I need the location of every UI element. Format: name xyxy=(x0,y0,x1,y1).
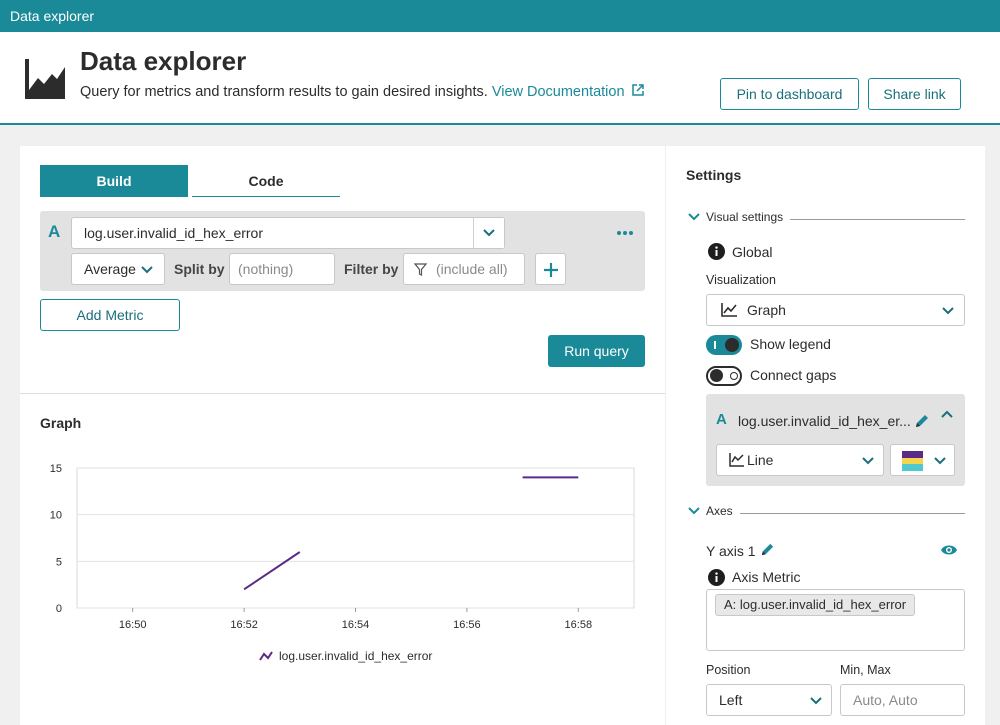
page-header: Data explorer Query for metrics and tran… xyxy=(0,32,1000,125)
line-chart-icon xyxy=(729,453,744,467)
pencil-icon[interactable] xyxy=(760,542,775,557)
chart-logo-icon xyxy=(25,59,65,99)
metric-settings-card: A log.user.invalid_id_hex_er... Line xyxy=(706,394,965,486)
min-max-input[interactable]: Auto, Auto xyxy=(840,684,965,716)
plus-icon xyxy=(544,263,558,277)
more-options-icon[interactable] xyxy=(616,230,634,236)
filter-by-label: Filter by xyxy=(344,261,399,277)
tab-build[interactable]: Build xyxy=(40,165,188,197)
page-subtitle: Query for metrics and transform results … xyxy=(80,84,644,100)
metric-dropdown-toggle[interactable] xyxy=(473,218,504,248)
add-filter-button[interactable] xyxy=(535,253,566,285)
min-max-label: Min, Max xyxy=(840,663,891,677)
y-tick-label: 10 xyxy=(50,510,62,522)
aggregation-select[interactable]: Average xyxy=(71,253,165,285)
metric-selector[interactable]: log.user.invalid_id_hex_error xyxy=(71,217,505,249)
pin-to-dashboard-button[interactable]: Pin to dashboard xyxy=(720,78,859,110)
page-title: Data explorer xyxy=(80,46,247,76)
panel-divider xyxy=(20,393,665,394)
info-icon xyxy=(708,569,725,586)
eye-icon[interactable] xyxy=(940,544,958,556)
visualization-label: Visualization xyxy=(706,273,776,287)
chevron-up-icon[interactable] xyxy=(940,407,954,421)
split-by-input[interactable]: (nothing) xyxy=(229,253,335,285)
x-tick-label: 16:50 xyxy=(119,619,147,631)
external-link-icon xyxy=(631,84,644,96)
y-tick-label: 5 xyxy=(56,556,62,568)
visual-settings-header[interactable]: Visual settings xyxy=(706,210,783,224)
pencil-icon[interactable] xyxy=(914,413,930,429)
section-divider xyxy=(740,513,965,514)
y-axis-label: Y axis 1 xyxy=(706,543,756,559)
x-tick-label: 16:56 xyxy=(453,619,481,631)
graph-title: Graph xyxy=(40,415,82,431)
settings-title: Settings xyxy=(686,167,742,183)
graph-icon xyxy=(721,303,737,317)
query-panel: Build Code A log.user.invalid_id_hex_err… xyxy=(20,146,665,725)
filter-icon xyxy=(414,263,427,276)
run-query-button[interactable]: Run query xyxy=(548,335,645,367)
global-label: Global xyxy=(732,244,773,260)
show-legend-label: Show legend xyxy=(750,336,831,352)
query-letter: A xyxy=(48,222,61,241)
app-title: Data explorer xyxy=(10,8,95,24)
x-tick-label: 16:54 xyxy=(342,619,370,631)
metric-value: log.user.invalid_id_hex_error xyxy=(84,225,263,241)
share-link-button[interactable]: Share link xyxy=(868,78,961,110)
split-by-label: Split by xyxy=(174,261,225,277)
axis-metric-tag[interactable]: A: log.user.invalid_id_hex_error xyxy=(715,594,916,616)
legend-label: log.user.invalid_id_hex_error xyxy=(279,649,432,663)
chevron-down-icon[interactable] xyxy=(688,212,700,222)
info-icon xyxy=(708,243,725,260)
position-label: Position xyxy=(706,663,751,677)
color-palette-select[interactable] xyxy=(890,444,955,476)
metric-name: log.user.invalid_id_hex_er... xyxy=(738,413,911,429)
app-title-bar: Data explorer xyxy=(0,0,1000,32)
chevron-down-icon xyxy=(810,697,822,705)
chevron-down-icon xyxy=(483,229,495,237)
add-metric-button[interactable]: Add Metric xyxy=(40,299,180,331)
show-legend-toggle[interactable] xyxy=(706,335,742,355)
query-row: A log.user.invalid_id_hex_error Average … xyxy=(40,211,645,291)
line-type-select[interactable]: Line xyxy=(716,444,884,476)
chevron-down-icon[interactable] xyxy=(688,506,700,516)
chevron-down-icon xyxy=(141,266,153,274)
plot-area xyxy=(76,467,635,609)
axis-metric-field[interactable]: A: log.user.invalid_id_hex_error xyxy=(706,589,965,651)
chevron-down-icon xyxy=(934,457,946,465)
x-tick-label: 16:52 xyxy=(230,619,258,631)
chevron-down-icon xyxy=(942,307,954,315)
connect-gaps-toggle[interactable] xyxy=(706,366,742,386)
line-chart: 0 5 10 15 16:50 16:52 16:54 16:56 16:58 log.user.… xyxy=(50,463,635,663)
legend-line-icon xyxy=(259,651,273,661)
tab-code[interactable]: Code xyxy=(192,165,340,197)
x-tick-label: 16:58 xyxy=(565,619,593,631)
y-tick-label: 0 xyxy=(56,603,62,615)
view-documentation-link[interactable]: View Documentation xyxy=(492,84,644,100)
axis-metric-label: Axis Metric xyxy=(732,569,801,585)
chevron-down-icon xyxy=(862,457,874,465)
y-tick-label: 15 xyxy=(50,463,62,475)
axes-section-header[interactable]: Axes xyxy=(706,504,733,518)
visualization-select[interactable]: Graph xyxy=(706,294,965,326)
position-select[interactable]: Left xyxy=(706,684,832,716)
palette-swatch xyxy=(902,451,923,471)
section-divider xyxy=(790,219,965,220)
subtitle-text: Query for metrics and transform results … xyxy=(80,84,488,100)
filter-by-input[interactable]: (include all) xyxy=(403,253,525,285)
connect-gaps-label: Connect gaps xyxy=(750,367,837,383)
settings-panel: Settings Visual settings Global Visualiz… xyxy=(666,146,985,725)
metric-letter: A xyxy=(716,411,727,428)
